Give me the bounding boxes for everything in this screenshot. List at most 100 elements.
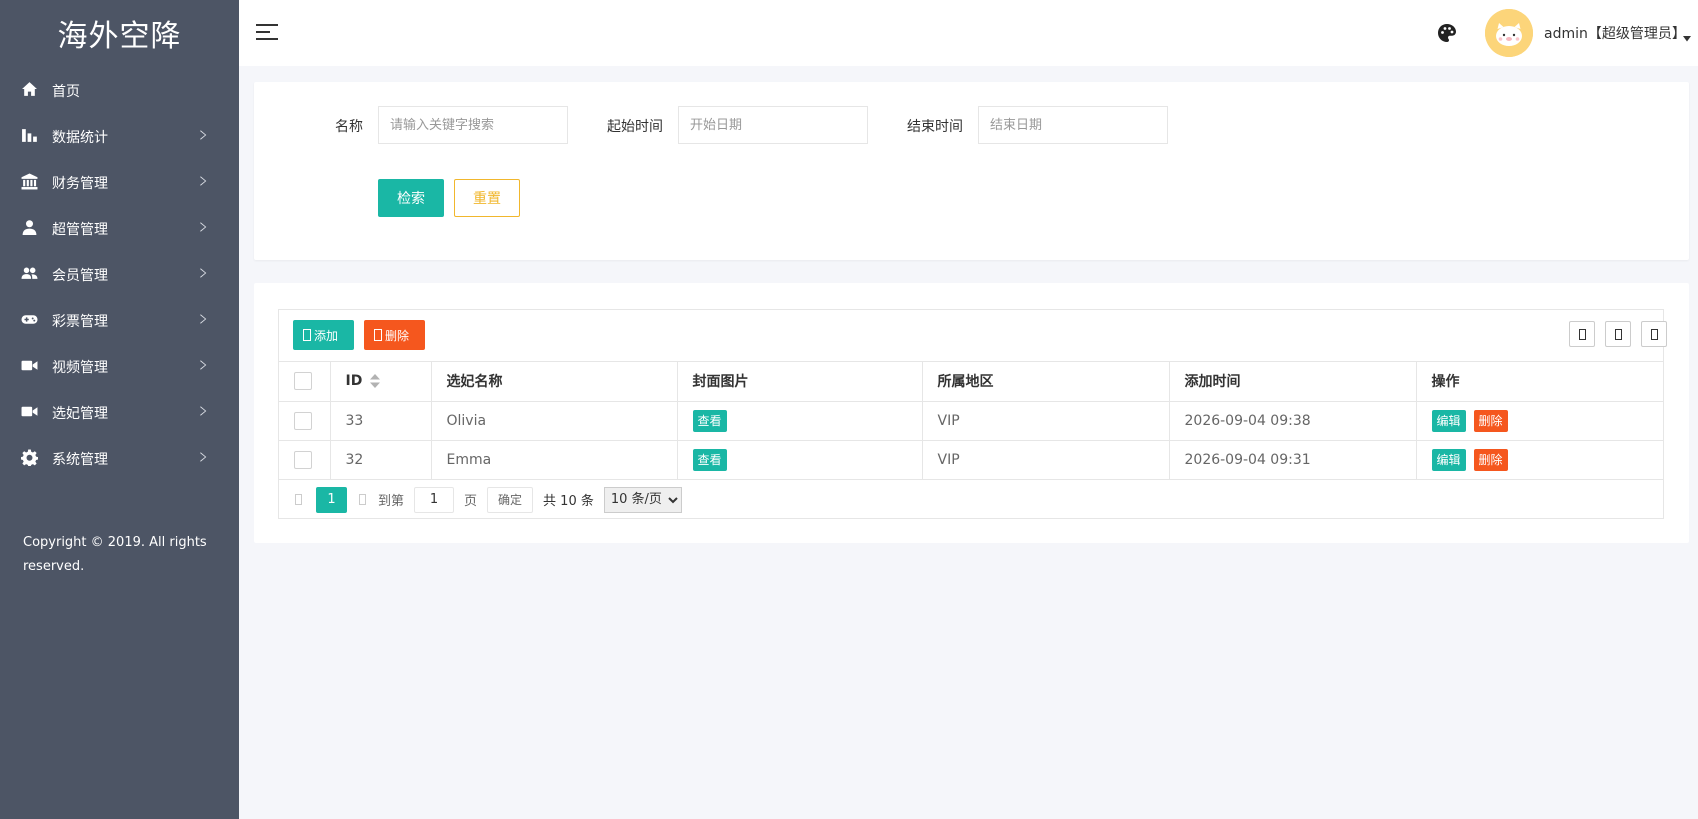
cell-region: VIP (922, 440, 1170, 480)
sidebar-item-video[interactable]: 视频管理 (0, 342, 239, 388)
name-label: 名称 (335, 119, 363, 135)
bank-icon (20, 172, 38, 190)
search-button[interactable]: 检索 (378, 179, 444, 217)
header-checkbox-cell (279, 362, 331, 402)
app-logo[interactable]: 海外空降 (0, 0, 239, 66)
sidebar-item-lottery[interactable]: 彩票管理 (0, 296, 239, 342)
sidebar-item-label: 视频管理 (52, 360, 108, 376)
export-icon[interactable] (1605, 321, 1631, 347)
print-icon[interactable] (1641, 321, 1667, 347)
row-checkbox-cell (279, 401, 331, 441)
edit-button[interactable]: 编辑 (1431, 409, 1466, 432)
start-time-label: 起始时间 (607, 119, 663, 135)
sidebar-item-admin[interactable]: 超管管理 (0, 204, 239, 250)
row-delete-button[interactable]: 删除 (1473, 409, 1508, 432)
cell-cover: 查看 (677, 440, 923, 480)
start-date-input[interactable] (678, 106, 868, 144)
cell-cover: 查看 (677, 401, 923, 441)
cell-id: 33 (330, 401, 432, 441)
goto-page-input[interactable] (414, 486, 455, 513)
cell-region: VIP (922, 401, 1170, 441)
chevron-right-icon (199, 450, 209, 462)
page-unit-label: 页 (464, 494, 478, 509)
sidebar-item-label: 超管管理 (52, 222, 108, 238)
user-icon (20, 218, 38, 236)
reset-button[interactable]: 重置 (454, 179, 520, 217)
row-checkbox[interactable] (294, 450, 312, 469)
avatar[interactable] (1485, 9, 1533, 57)
cell-id: 32 (330, 440, 432, 480)
video-camera-icon (20, 402, 38, 420)
video-camera-icon (20, 356, 38, 374)
sidebar-item-label: 选妃管理 (52, 406, 108, 422)
sidebar-item-statistics[interactable]: 数据统计 (0, 112, 239, 158)
delete-button-label: 删除 (385, 328, 410, 343)
gamepad-icon (20, 310, 38, 328)
row-checkbox-cell (279, 440, 331, 480)
column-header-name: 选妃名称 (431, 362, 678, 402)
row-checkbox[interactable] (294, 411, 312, 430)
add-button[interactable]: 添加 (293, 320, 354, 350)
sidebar-item-finance[interactable]: 财务管理 (0, 158, 239, 204)
view-cover-button[interactable]: 查看 (692, 448, 727, 471)
column-header-id[interactable]: ID (330, 362, 432, 402)
delete-icon (374, 329, 382, 341)
table-row: 33 Olivia 查看 VIP 2026-09-04 09:38 编辑 删除 (279, 401, 1663, 441)
palette-icon[interactable] (1437, 23, 1457, 43)
sidebar: 海外空降 首页 数据统计 财务管理 超管管理 会员管理 彩票管理 视频管理 选妃… (0, 0, 239, 819)
cell-name: Olivia (431, 401, 678, 441)
column-header-region: 所属地区 (922, 362, 1170, 402)
table-header-row: ID 选妃名称 封面图片 所属地区 添加时间 操作 (279, 362, 1663, 402)
page-size-select[interactable]: 10 条/页 (603, 486, 682, 513)
next-page-icon[interactable] (359, 494, 366, 505)
table-toolbar: 添加 删除 (279, 310, 1667, 362)
sidebar-item-concubine[interactable]: 选妃管理 (0, 388, 239, 434)
sort-icon[interactable] (370, 374, 381, 389)
chevron-right-icon (199, 404, 209, 416)
sidebar-item-label: 系统管理 (52, 452, 108, 468)
data-table-container: 添加 删除 ID 选妃名称 封面图片 所属地区 添加时间 操作 33 Olivi… (278, 309, 1667, 519)
view-cover-button[interactable]: 查看 (692, 409, 727, 432)
edit-button[interactable]: 编辑 (1431, 448, 1466, 471)
table-row: 32 Emma 查看 VIP 2026-09-04 09:31 编辑 删除 (279, 440, 1663, 480)
copyright-text: Copyright © 2019. All rights reserved. (23, 535, 207, 574)
sidebar-menu: 首页 数据统计 财务管理 超管管理 会员管理 彩票管理 视频管理 选妃管理 系统… (0, 66, 239, 480)
search-panel: 名称 起始时间 结束时间 检索 重置 (254, 82, 1689, 260)
goto-confirm-button[interactable]: 确定 (487, 486, 534, 513)
caret-down-icon[interactable] (1683, 30, 1691, 42)
column-header-time: 添加时间 (1169, 362, 1417, 402)
add-icon (303, 329, 311, 341)
sidebar-item-label: 彩票管理 (52, 314, 108, 330)
table-panel: 添加 删除 ID 选妃名称 封面图片 所属地区 添加时间 操作 33 Olivi… (254, 283, 1689, 543)
chevron-right-icon (199, 220, 209, 232)
sidebar-item-label: 财务管理 (52, 176, 108, 192)
sidebar-item-members[interactable]: 会员管理 (0, 250, 239, 296)
users-icon (20, 264, 38, 282)
sidebar-item-label: 数据统计 (52, 130, 108, 146)
delete-button[interactable]: 删除 (364, 320, 425, 350)
menu-toggle-icon[interactable] (256, 23, 278, 41)
column-header-cover: 封面图片 (677, 362, 923, 402)
cell-actions: 编辑 删除 (1416, 401, 1663, 441)
end-time-label: 结束时间 (907, 119, 963, 135)
sidebar-item-label: 首页 (52, 84, 80, 100)
select-all-checkbox[interactable] (294, 372, 312, 391)
chevron-right-icon (199, 128, 209, 140)
gear-icon (20, 448, 38, 466)
current-page[interactable]: 1 (316, 486, 347, 513)
chevron-right-icon (199, 266, 209, 278)
chevron-right-icon (199, 358, 209, 370)
end-date-input[interactable] (978, 106, 1168, 144)
home-icon (20, 80, 38, 98)
column-header-actions: 操作 (1416, 362, 1663, 402)
cell-name: Emma (431, 440, 678, 480)
row-delete-button[interactable]: 删除 (1473, 448, 1508, 471)
top-header: admin【超级管理员】 (239, 0, 1698, 66)
user-menu[interactable]: admin【超级管理员】 (1544, 23, 1686, 43)
prev-page-icon[interactable] (295, 494, 302, 505)
sidebar-item-system[interactable]: 系统管理 (0, 434, 239, 480)
sidebar-item-home[interactable]: 首页 (0, 66, 239, 112)
columns-filter-icon[interactable] (1569, 321, 1595, 347)
name-search-input[interactable] (378, 106, 568, 144)
goto-label: 到第 (378, 494, 405, 509)
